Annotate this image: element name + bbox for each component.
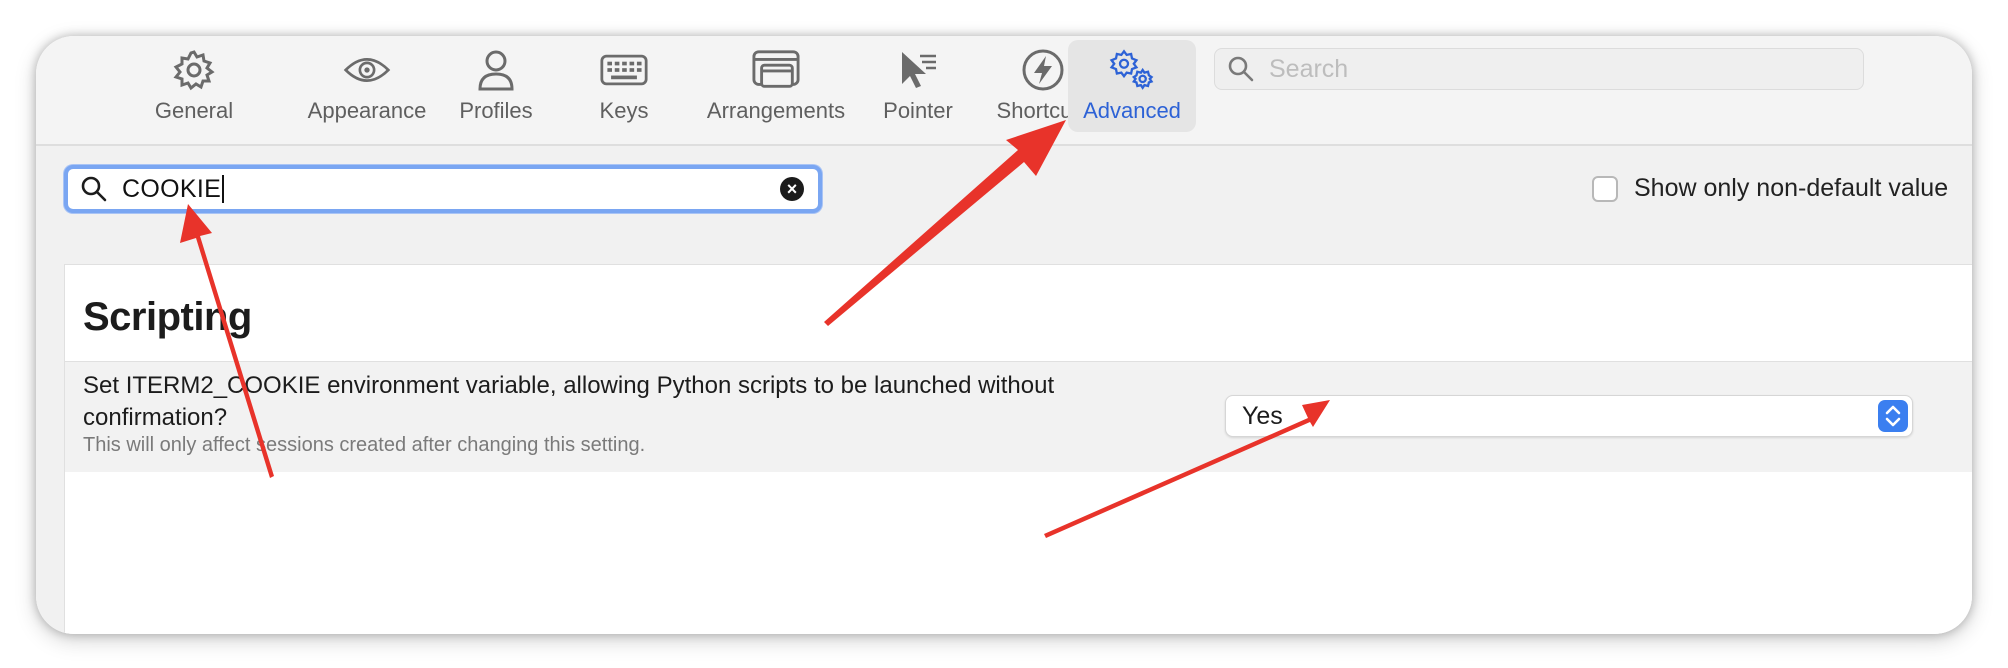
cursor-icon	[894, 46, 942, 94]
preferences-toolbar: General Appearance Profiles Keys Arrange…	[36, 36, 1972, 146]
text-caret	[222, 175, 225, 203]
tab-profiles[interactable]: Profiles	[436, 40, 556, 132]
toolbar-search-field[interactable]	[1214, 48, 1864, 90]
tab-arrangements[interactable]: Arrangements	[691, 40, 861, 132]
toolbar-search-input[interactable]	[1267, 53, 1851, 85]
preferences-window: General Appearance Profiles Keys Arrange…	[36, 36, 1972, 634]
section-title: Scripting	[83, 295, 252, 339]
tab-advanced[interactable]: Advanced	[1068, 40, 1196, 132]
clear-search-icon[interactable]: ×	[780, 177, 804, 201]
advanced-pane: COOKIE × Show only non-default value Scr…	[36, 146, 1972, 634]
search-icon	[1228, 56, 1254, 82]
person-icon	[472, 46, 520, 94]
gears-icon	[1108, 46, 1156, 94]
tab-profiles-label: Profiles	[459, 98, 533, 123]
settings-filter-field[interactable]: COOKIE ×	[64, 165, 822, 213]
setting-value: Yes	[1242, 402, 1283, 430]
tab-appearance[interactable]: Appearance	[282, 40, 452, 132]
setting-label: Set ITERM2_COOKIE environment variable, …	[83, 372, 1055, 431]
setting-row: Set ITERM2_COOKIE environment variable, …	[65, 361, 1972, 472]
gear-icon	[170, 46, 218, 94]
show-non-default-label: Show only non-default value	[1634, 174, 1949, 202]
settings-list: Scripting Set ITERM2_COOKIE environment …	[64, 264, 1972, 634]
tab-general-label: General	[154, 98, 234, 123]
settings-filter-value[interactable]: COOKIE	[122, 175, 221, 204]
setting-value-popup[interactable]: Yes	[1225, 395, 1913, 437]
show-non-default-toggle[interactable]: Show only non-default value	[1592, 174, 1948, 203]
tab-general[interactable]: General	[134, 40, 254, 132]
chevron-up-down-icon[interactable]	[1878, 400, 1908, 432]
setting-hint: This will only affect sessions created a…	[83, 434, 646, 456]
lightning-icon	[1019, 46, 1067, 94]
show-non-default-checkbox[interactable]	[1592, 175, 1618, 202]
windows-icon	[752, 46, 800, 94]
tab-appearance-label: Appearance	[307, 98, 427, 123]
tab-keys[interactable]: Keys	[564, 40, 684, 132]
tab-keys-label: Keys	[599, 98, 649, 123]
tab-advanced-label: Advanced	[1083, 98, 1181, 123]
keyboard-icon	[600, 46, 648, 94]
eye-icon	[343, 46, 391, 94]
tab-pointer[interactable]: Pointer	[858, 40, 978, 132]
tab-pointer-label: Pointer	[883, 98, 953, 123]
tab-arrangements-label: Arrangements	[706, 98, 846, 123]
search-icon	[81, 176, 107, 202]
